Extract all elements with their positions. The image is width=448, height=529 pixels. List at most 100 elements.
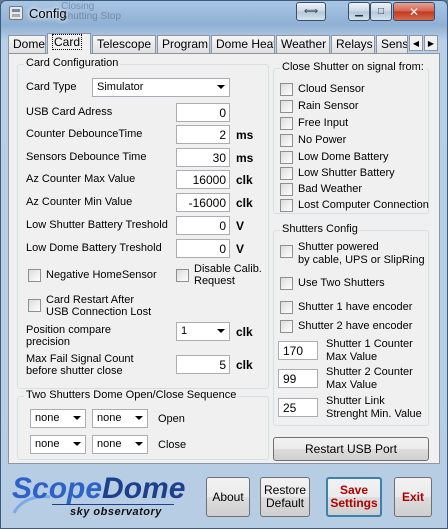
tab-weather[interactable]: Weather bbox=[276, 35, 330, 53]
shutter-2-counter-input[interactable]: 99 bbox=[278, 369, 318, 388]
tab-relays[interactable]: Relays bbox=[331, 35, 375, 53]
shutter-2-encoder-checkbox[interactable] bbox=[280, 320, 293, 333]
background-window-title: Closing Shutting Stop bbox=[61, 1, 122, 22]
sensors-debounce-label: Sensors Debounce Time bbox=[26, 151, 147, 163]
rain-sensor-checkbox[interactable] bbox=[280, 100, 293, 113]
counter-debounce-input[interactable]: 2 bbox=[176, 125, 230, 144]
position-compare-unit: clk bbox=[236, 325, 253, 339]
tab-label: Card bbox=[52, 34, 83, 50]
group-legend: Card Configuration bbox=[24, 57, 121, 69]
tab-strip: Dome Card Telescope Program Dome Heat We… bbox=[8, 33, 440, 54]
close-icon: ✕ bbox=[408, 4, 420, 19]
chevron-down-icon bbox=[73, 416, 81, 420]
usb-card-address-input[interactable]: 0 bbox=[176, 103, 230, 122]
tab-label: Senso bbox=[381, 37, 408, 51]
bad-weather-checkbox[interactable] bbox=[280, 183, 293, 196]
select-value: none bbox=[35, 412, 60, 424]
counter-debounce-unit: ms bbox=[236, 128, 254, 142]
restart-usb-port-button[interactable]: Restart USB Port bbox=[273, 437, 429, 461]
max-fail-input[interactable]: 5 bbox=[176, 355, 230, 374]
tab-card[interactable]: Card bbox=[47, 33, 91, 54]
sensors-debounce-unit: ms bbox=[236, 151, 254, 165]
tab-dome-heat[interactable]: Dome Heat bbox=[211, 35, 275, 53]
tab-label: Relays bbox=[336, 37, 373, 51]
tab-label: Telescope bbox=[97, 37, 152, 51]
title-bar[interactable]: Config Closing Shutting Stop ⟺ ▁ □ ✕ bbox=[1, 1, 447, 27]
shutter-2-encoder-label: Shutter 2 have encoder bbox=[298, 320, 413, 332]
chevron-left-icon: ◀ bbox=[412, 38, 420, 48]
card-restart-label-2: USB Connection Lost bbox=[46, 306, 152, 318]
tab-scroll-left[interactable]: ◀ bbox=[409, 35, 423, 51]
low-dome-battery-checkbox[interactable] bbox=[280, 151, 293, 164]
resize-arrows-button[interactable]: ⟺ bbox=[296, 2, 326, 21]
tab-label: Program bbox=[162, 37, 209, 51]
save-settings-button[interactable]: Save Settings bbox=[326, 477, 382, 517]
close-sequence-first-select[interactable]: none bbox=[30, 435, 86, 454]
close-label: Close bbox=[158, 439, 187, 451]
max-fail-unit: clk bbox=[236, 358, 253, 372]
exit-button[interactable]: Exit bbox=[394, 477, 432, 517]
az-counter-min-input[interactable]: -16000 bbox=[176, 193, 230, 212]
usb-card-address-label: USB Card Adress bbox=[26, 106, 113, 118]
tab-scroll-right[interactable]: ▶ bbox=[424, 35, 438, 51]
tab-sensors[interactable]: Senso bbox=[376, 35, 408, 53]
about-button[interactable]: About bbox=[206, 477, 250, 517]
logo-dome-text: Dome bbox=[102, 472, 186, 505]
tab-program[interactable]: Program bbox=[157, 35, 210, 53]
chevron-down-icon bbox=[217, 85, 225, 89]
position-compare-select[interactable]: 1 bbox=[176, 322, 230, 341]
negative-home-sensor-checkbox[interactable] bbox=[28, 269, 41, 282]
shutter-powered-label-1: Shutter powered bbox=[298, 241, 379, 253]
low-shutter-battery-checkbox[interactable] bbox=[280, 167, 293, 180]
low-shutter-battery-signal-label: Low Shutter Battery bbox=[298, 167, 395, 179]
open-sequence-second-select[interactable]: none bbox=[92, 409, 148, 428]
logo-text: ScopeDome bbox=[12, 473, 185, 505]
low-dome-battery-input[interactable]: 0 bbox=[176, 239, 230, 258]
shutter-1-counter-input[interactable]: 170 bbox=[278, 341, 318, 360]
shutter-link-input[interactable]: 25 bbox=[278, 398, 318, 417]
disable-calib-label-2: Request bbox=[194, 275, 235, 287]
restore-default-button[interactable]: Restore Default bbox=[260, 477, 310, 517]
close-sequence-second-select[interactable]: none bbox=[92, 435, 148, 454]
shutter-2-counter-label-2: Max Value bbox=[326, 379, 378, 391]
use-two-shutters-checkbox[interactable] bbox=[280, 277, 293, 290]
low-shutter-battery-label: Low Shutter Battery Treshold bbox=[26, 219, 168, 231]
bottom-bar: ScopeDome sky observatory About Restore … bbox=[8, 467, 440, 523]
shutter-1-encoder-checkbox[interactable] bbox=[280, 301, 293, 314]
position-compare-label-2: precision bbox=[26, 336, 71, 348]
cloud-sensor-checkbox[interactable] bbox=[280, 83, 293, 96]
use-two-shutters-label: Use Two Shutters bbox=[298, 277, 385, 289]
az-counter-max-input[interactable]: 16000 bbox=[176, 170, 230, 189]
logo-scope-text: Scope bbox=[12, 472, 103, 505]
chevron-down-icon bbox=[135, 416, 143, 420]
rain-sensor-label: Rain Sensor bbox=[298, 100, 359, 112]
az-counter-max-label: Az Counter Max Value bbox=[26, 173, 136, 185]
open-sequence-first-select[interactable]: none bbox=[30, 409, 86, 428]
free-input-checkbox[interactable] bbox=[280, 117, 293, 130]
minimize-button[interactable]: ▁ bbox=[348, 2, 370, 21]
az-counter-max-unit: clk bbox=[236, 173, 253, 187]
card-type-select[interactable]: Simulator bbox=[92, 78, 230, 97]
chevron-right-icon: ▶ bbox=[427, 38, 435, 48]
bad-weather-label: Bad Weather bbox=[298, 183, 363, 195]
no-power-checkbox[interactable] bbox=[280, 134, 293, 147]
logo-underline bbox=[52, 504, 174, 505]
no-power-label: No Power bbox=[298, 134, 347, 146]
sensors-debounce-input[interactable]: 30 bbox=[176, 148, 230, 167]
disable-calib-request-checkbox[interactable] bbox=[176, 269, 189, 282]
logo-subtitle: sky observatory bbox=[70, 506, 162, 518]
tab-dome[interactable]: Dome bbox=[8, 35, 46, 53]
card-type-label: Card Type bbox=[26, 81, 77, 93]
shutter-1-encoder-label: Shutter 1 have encoder bbox=[298, 301, 413, 313]
negative-home-sensor-label: Negative HomeSensor bbox=[46, 269, 157, 281]
card-tab-panel: Card Configuration Card Type Simulator U… bbox=[8, 53, 440, 464]
shutter-powered-checkbox[interactable] bbox=[280, 245, 293, 258]
shutters-config-group: Shutters Config Shutter powered by cable… bbox=[273, 223, 429, 426]
tab-telescope[interactable]: Telescope bbox=[92, 35, 156, 53]
maximize-button[interactable]: □ bbox=[370, 2, 392, 21]
card-restart-checkbox[interactable] bbox=[28, 299, 41, 312]
shutter-1-counter-label-1: Shutter 1 Counter bbox=[326, 338, 413, 350]
low-shutter-battery-input[interactable]: 0 bbox=[176, 216, 230, 235]
close-button[interactable]: ✕ bbox=[393, 2, 435, 21]
lost-computer-connection-checkbox[interactable] bbox=[280, 199, 293, 212]
